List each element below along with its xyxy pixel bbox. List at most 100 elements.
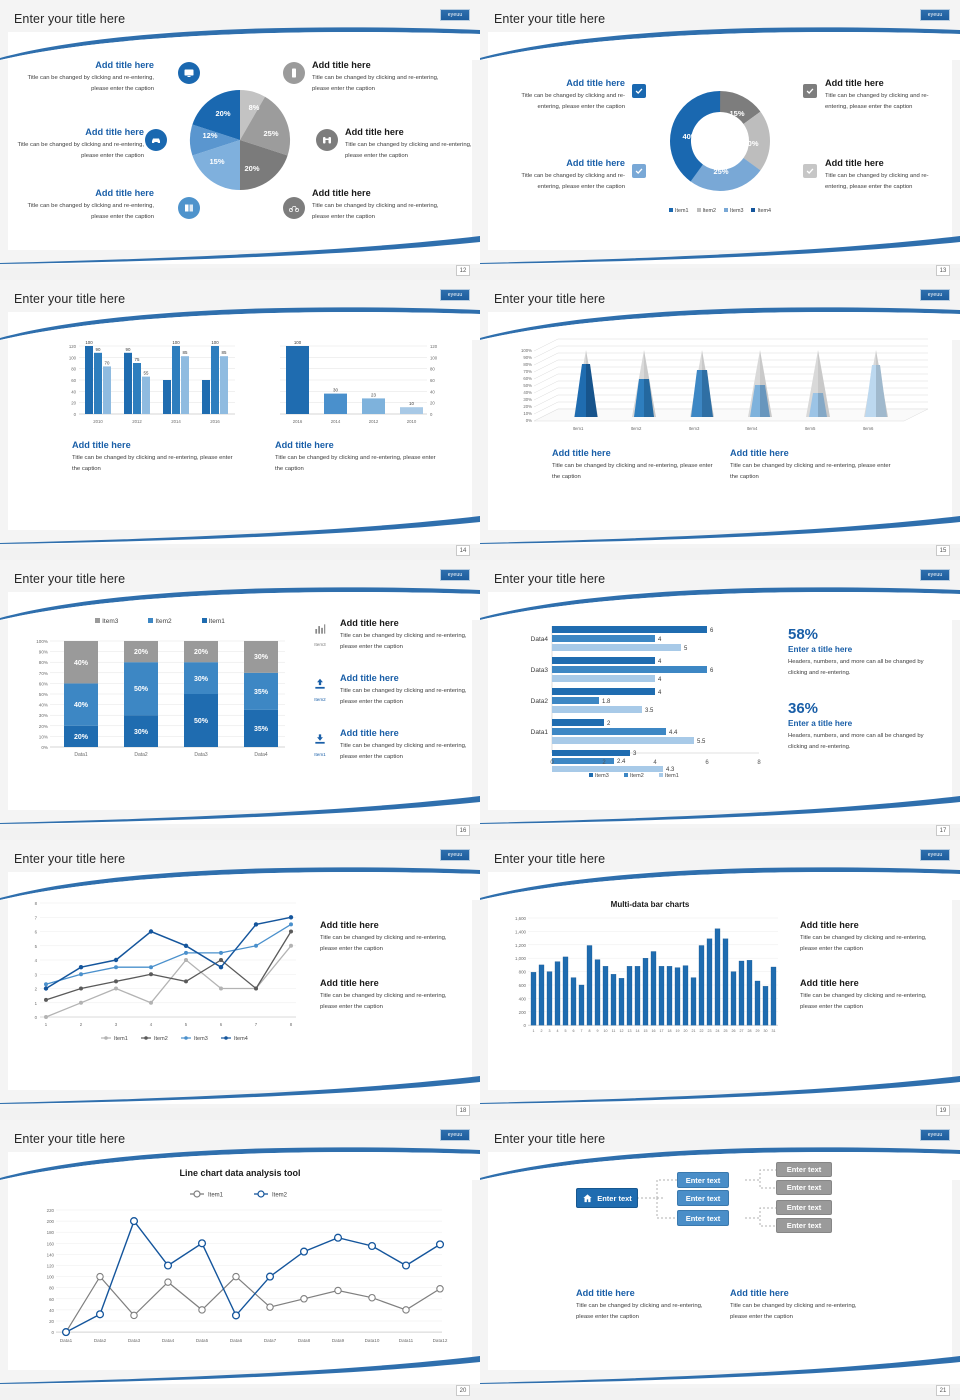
flow-node-label: Enter text bbox=[786, 1165, 822, 1174]
caption-block-2[interactable]: Add title here Title can be changed by c… bbox=[320, 978, 460, 1013]
bicycle-icon[interactable] bbox=[283, 197, 305, 219]
checkbox-icon-2[interactable] bbox=[632, 164, 646, 178]
svg-text:Item3: Item3 bbox=[689, 426, 700, 431]
feature-item-4[interactable]: Add title here Title can be changed by c… bbox=[825, 158, 951, 193]
brand-logo: eyeuu bbox=[920, 569, 950, 581]
svg-text:50%: 50% bbox=[39, 692, 48, 697]
slide-number: 12 bbox=[456, 265, 470, 276]
svg-text:27: 27 bbox=[740, 1029, 744, 1033]
flow-node-root[interactable]: Enter text bbox=[576, 1188, 638, 1208]
svg-text:Data9: Data9 bbox=[332, 1338, 345, 1343]
feature-item-3[interactable]: Add title here Title can be changed by c… bbox=[24, 188, 154, 223]
caption-block-1[interactable]: Add title here Title can be changed by c… bbox=[576, 1288, 718, 1323]
feature-item-4[interactable]: Add title here Title can be changed by c… bbox=[312, 60, 450, 95]
car-icon[interactable] bbox=[145, 129, 167, 151]
svg-text:2010: 2010 bbox=[93, 419, 103, 424]
slide-18[interactable]: Enter your title here eyeuu 18 8 7 6 5 4… bbox=[0, 840, 480, 1120]
series-item4-points bbox=[43, 915, 294, 991]
legend-item: Item3 bbox=[724, 208, 743, 214]
svg-text:90%: 90% bbox=[523, 355, 532, 360]
caption-block-2[interactable]: Add title here Title can be changed by c… bbox=[730, 1288, 872, 1323]
line-chart: 8 7 6 5 4 3 2 1 0 1 2 3 4 5 6 7 8 Item1 … bbox=[35, 901, 296, 1042]
svg-text:200: 200 bbox=[519, 1010, 527, 1015]
checkbox-icon-4[interactable] bbox=[803, 164, 817, 178]
svg-text:17: 17 bbox=[660, 1029, 664, 1033]
brand-logo: eyeuu bbox=[920, 289, 950, 301]
flow-node-g3[interactable]: Enter text bbox=[776, 1200, 832, 1215]
feature-item-2[interactable]: Add title here Title can be changed by c… bbox=[500, 158, 625, 193]
slide-13[interactable]: Enter your title here eyeuu 13 Add title… bbox=[480, 0, 960, 280]
svg-text:0%: 0% bbox=[41, 745, 48, 750]
decor-curve-bottom bbox=[0, 1076, 480, 1104]
flow-node-g1[interactable]: Enter text bbox=[776, 1162, 832, 1177]
svg-text:20%: 20% bbox=[194, 649, 209, 656]
flow-connectors bbox=[637, 1169, 776, 1227]
svg-text:60%: 60% bbox=[523, 376, 532, 381]
slide-12[interactable]: Enter your title here eyeuu 12 Add title… bbox=[0, 0, 480, 280]
phone-icon[interactable] bbox=[283, 62, 305, 84]
svg-text:10%: 10% bbox=[39, 734, 48, 739]
stat-block-1[interactable]: 58% Enter a title here Headers, numbers,… bbox=[788, 626, 938, 679]
slide-17[interactable]: Enter your title here eyeuu 17 6 4 5 4 6… bbox=[480, 560, 960, 840]
svg-text:7: 7 bbox=[581, 1029, 583, 1033]
row-icon-3[interactable]: Item1 bbox=[305, 732, 335, 757]
svg-text:Item2: Item2 bbox=[630, 773, 644, 779]
slide-number: 13 bbox=[936, 265, 950, 276]
svg-text:5: 5 bbox=[35, 944, 38, 949]
svg-text:1.8: 1.8 bbox=[602, 699, 611, 705]
svg-text:4.4: 4.4 bbox=[669, 730, 678, 736]
feature-item-3[interactable]: Add title here Title can be changed by c… bbox=[825, 78, 951, 113]
slide-20[interactable]: Enter your title here eyeuu 20 Line char… bbox=[0, 1120, 480, 1400]
caption-block-1[interactable]: Add title here Title can be changed by c… bbox=[320, 920, 460, 955]
checkbox-icon-3[interactable] bbox=[803, 84, 817, 98]
decor-curve-bottom bbox=[0, 516, 480, 544]
flow-node-g4[interactable]: Enter text bbox=[776, 1218, 832, 1233]
row-icon-1[interactable]: Item3 bbox=[305, 622, 335, 647]
monitor-icon[interactable] bbox=[178, 62, 200, 84]
stat-value: 58% bbox=[788, 626, 819, 643]
caption-block-2[interactable]: Add title here Title can be changed by c… bbox=[800, 978, 942, 1013]
caption-text: Title can be changed by clicking and re-… bbox=[320, 993, 447, 1010]
slide-14[interactable]: Enter your title here eyeuu 14 120 100 8… bbox=[0, 280, 480, 560]
flow-node-b2[interactable]: Enter text bbox=[677, 1190, 729, 1206]
flow-node-b3[interactable]: Enter text bbox=[677, 1210, 729, 1226]
feature-item-6[interactable]: Add title here Title can be changed by c… bbox=[312, 188, 450, 223]
flow-node-g2[interactable]: Enter text bbox=[776, 1180, 832, 1195]
flow-node-b1[interactable]: Enter text bbox=[677, 1172, 729, 1188]
feature-item-2[interactable]: Add title here Title can be changed by c… bbox=[14, 127, 144, 162]
checkbox-icon-1[interactable] bbox=[632, 84, 646, 98]
svg-text:Data2: Data2 bbox=[94, 1338, 107, 1343]
slide-19[interactable]: Enter your title here eyeuu 19 Multi-dat… bbox=[480, 840, 960, 1120]
stat-block-2[interactable]: 36% Enter a title here Headers, numbers,… bbox=[788, 700, 938, 753]
caption-block-2[interactable]: Add title here Title can be changed by c… bbox=[730, 448, 895, 483]
slide-15[interactable]: Enter your title here eyeuu 15 100% 90% … bbox=[480, 280, 960, 560]
caption-block-1[interactable]: Add title here Title can be changed by c… bbox=[800, 920, 942, 955]
feature-item-5[interactable]: Add title here Title can be changed by c… bbox=[345, 127, 477, 162]
svg-text:2014: 2014 bbox=[331, 419, 341, 424]
svg-text:2012: 2012 bbox=[132, 419, 142, 424]
caption-block-2[interactable]: Add title here Title can be changed by c… bbox=[275, 440, 440, 475]
home-icon bbox=[583, 1193, 592, 1202]
page-title: Enter your title here bbox=[14, 12, 126, 26]
slide-16[interactable]: Enter your title here eyeuu 16 Item3 Ite… bbox=[0, 560, 480, 840]
svg-text:5: 5 bbox=[684, 646, 688, 652]
feature-item-1[interactable]: Add title here Title can be changed by c… bbox=[500, 78, 625, 113]
decor-curve-bottom bbox=[480, 1076, 960, 1104]
svg-text:3: 3 bbox=[35, 972, 38, 977]
list-item-1[interactable]: Add title here Title can be changed by c… bbox=[340, 618, 468, 653]
feature-item-1[interactable]: Add title here Title can be changed by c… bbox=[24, 60, 154, 95]
binoculars-icon[interactable] bbox=[316, 129, 338, 151]
legend-item: Item4 bbox=[751, 208, 771, 214]
list-item-3[interactable]: Add title here Title can be changed by c… bbox=[340, 728, 468, 763]
svg-text:Data3: Data3 bbox=[531, 667, 549, 674]
caption-block-1[interactable]: Add title here Title can be changed by c… bbox=[552, 448, 717, 483]
svg-text:Item2: Item2 bbox=[154, 1036, 168, 1042]
book-icon[interactable] bbox=[178, 197, 200, 219]
caption-block-1[interactable]: Add title here Title can be changed by c… bbox=[72, 440, 237, 475]
svg-text:3: 3 bbox=[549, 1029, 551, 1033]
svg-text:0%: 0% bbox=[526, 418, 532, 423]
list-item-2[interactable]: Add title here Title can be changed by c… bbox=[340, 673, 468, 708]
slide-21[interactable]: Enter your title here eyeuu 21 Enter tex… bbox=[480, 1120, 960, 1400]
row-icon-2[interactable]: Item2 bbox=[305, 677, 335, 702]
svg-text:2016: 2016 bbox=[293, 419, 303, 424]
